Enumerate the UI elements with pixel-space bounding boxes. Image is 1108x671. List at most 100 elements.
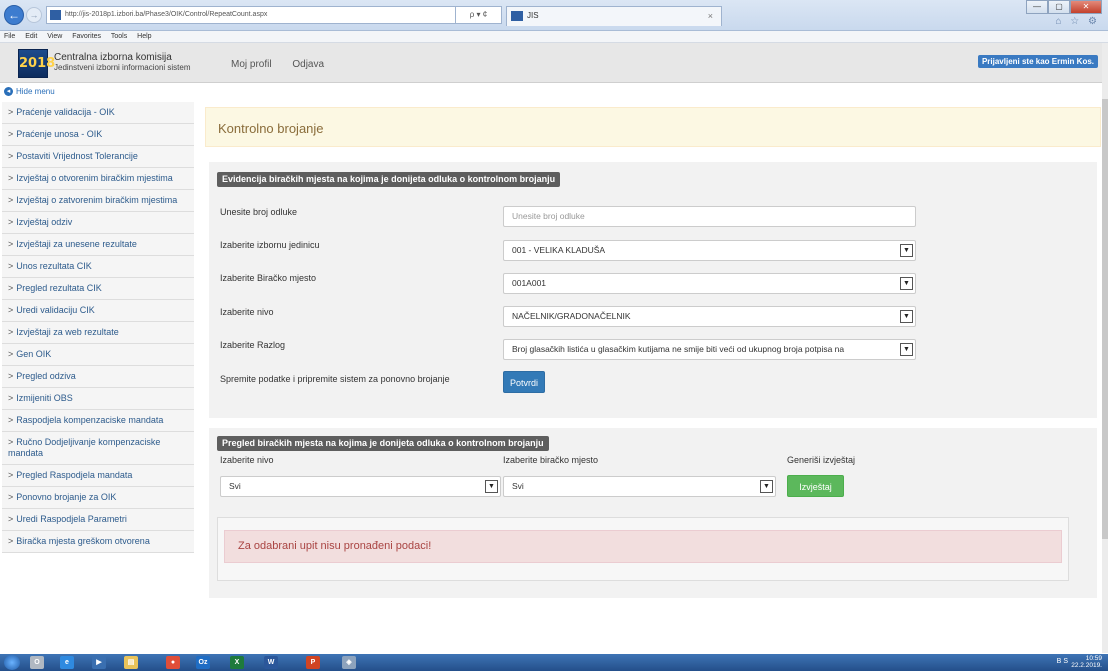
reason-select[interactable]: Broj glasačkih listića u glasačkim kutij… — [503, 339, 916, 360]
polling-station-value: 001A001 — [512, 278, 547, 288]
brand: Centralna izborna komisija Jedinstveni i… — [54, 52, 191, 72]
menu-edit[interactable]: Edit — [25, 33, 37, 40]
maximize-icon[interactable]: ▢ — [1048, 0, 1070, 14]
browser-menubar: File Edit View Favorites Tools Help — [0, 31, 1108, 43]
level-select[interactable]: NAČELNIK/GRADONAČELNIK ▼ — [503, 306, 916, 327]
browser-titlebar: ← → http://jis-2018p1.izbori.ba/Phase3/O… — [0, 0, 1108, 31]
address-bar[interactable]: http://jis-2018p1.izbori.ba/Phase3/OIK/C… — [46, 6, 456, 24]
sidebar-item[interactable]: > Pregled odziva — [2, 366, 194, 388]
page-scrollbar[interactable] — [1102, 43, 1108, 653]
forward-arrow-icon[interactable]: → — [26, 7, 42, 23]
scrollbar-thumb[interactable] — [1102, 99, 1108, 539]
language-indicator[interactable]: BS — [1057, 658, 1070, 665]
sidebar-item[interactable]: > Raspodjela kompenzaciske mandata — [2, 410, 194, 432]
sidebar-item[interactable]: > Ponovno brojanje za OIK — [2, 487, 194, 509]
decision-number-label: Unesite broj odluke — [220, 207, 298, 217]
report-button[interactable]: Izvještaj — [787, 475, 844, 497]
start-button-icon[interactable] — [4, 655, 20, 670]
minimize-icon[interactable]: — — [1026, 0, 1048, 14]
menu-view[interactable]: View — [47, 33, 62, 40]
excel-icon[interactable]: X — [230, 656, 244, 669]
site-favicon-icon — [50, 10, 61, 20]
confirm-button[interactable]: Potvrdi — [503, 371, 545, 393]
back-arrow-icon[interactable]: ← — [4, 5, 24, 25]
no-data-alert: Za odabrani upit nisu pronađeni podaci! — [224, 530, 1062, 563]
internet-explorer-icon[interactable]: e — [60, 656, 74, 669]
sidebar-item[interactable]: > Izvještaj odziv — [2, 212, 194, 234]
clock-time: 10:59 — [1085, 655, 1102, 662]
sidebar-item[interactable]: > Uredi Raspodjela Parametri — [2, 509, 194, 531]
system-clock[interactable]: 10:59 22.2.2019. — [1071, 655, 1102, 669]
sidebar-item[interactable]: > Uredi validaciju CIK — [2, 300, 194, 322]
sidebar-item[interactable]: > Postaviti Vrijednost Tolerancije — [2, 146, 194, 168]
chevron-right-icon: > — [8, 195, 14, 205]
sidebar-item[interactable]: > Biračka mjesta greškom otvorena — [2, 531, 194, 553]
chevron-right-icon: > — [8, 217, 14, 227]
sidebar-item[interactable]: > Pregled rezultata CIK — [2, 278, 194, 300]
chevron-right-icon: > — [8, 393, 14, 403]
tab-title: JIS — [527, 11, 539, 20]
sidebar-item[interactable]: > Unos rezultata CIK — [2, 256, 194, 278]
sidebar-item[interactable]: > Praćenje unosa - OIK — [2, 124, 194, 146]
clock-date: 22.2.2019. — [1071, 662, 1102, 669]
nav-logout[interactable]: Odjava — [292, 59, 324, 70]
file-explorer-icon[interactable]: ▤ — [124, 656, 138, 669]
sidebar-item[interactable]: > Izmijeniti OBS — [2, 388, 194, 410]
powerpoint-icon[interactable]: P — [306, 656, 320, 669]
chrome-icon[interactable]: ● — [166, 656, 180, 669]
level-value: NAČELNIK/GRADONAČELNIK — [512, 311, 631, 321]
app-header: 2018 Centralna izborna komisija Jedinstv… — [0, 43, 1102, 83]
filter-level-value: Svi — [229, 481, 241, 491]
generate-report-label: Generiši izvještaj — [787, 455, 856, 465]
chevron-down-icon: ▼ — [900, 244, 913, 257]
chevron-right-icon: > — [8, 327, 14, 337]
sidebar-item[interactable]: > Izvještaji za web rezultate — [2, 322, 194, 344]
tab-favicon-icon — [511, 11, 523, 21]
media-player-icon[interactable]: ▶ — [92, 656, 106, 669]
overview-panel-legend: Pregled biračkih mjesta na kojima je don… — [217, 436, 549, 451]
chevron-right-icon: > — [8, 514, 14, 524]
chevron-right-icon: > — [8, 305, 14, 315]
sidebar-item[interactable]: > Izvještaj o otvorenim biračkim mjestima — [2, 168, 194, 190]
menu-tools[interactable]: Tools — [111, 33, 127, 40]
filter-station-value: Svi — [512, 481, 524, 491]
menu-favorites[interactable]: Favorites — [72, 33, 101, 40]
chevron-right-icon: > — [8, 239, 14, 249]
filter-station-select[interactable]: Svi ▼ — [503, 476, 776, 497]
cik-logo[interactable]: 2018 — [18, 49, 55, 78]
home-favorites-settings-icons[interactable]: ⌂ ☆ ⚙ — [1055, 16, 1100, 27]
menu-file[interactable]: File — [4, 33, 15, 40]
address-search-refresh-icon[interactable]: ρ ▾ ¢ — [456, 6, 502, 24]
word-icon[interactable]: W — [264, 656, 278, 669]
polling-station-select[interactable]: 001A001 ▼ — [503, 273, 916, 294]
sidebar-item[interactable]: > Praćenje validacija - OIK — [2, 102, 194, 124]
user-badge: Prijavljeni ste kao Ermin Kos. — [977, 55, 1098, 68]
evidence-panel: Evidencija biračkih mjesta na kojima je … — [209, 162, 1097, 418]
polling-station-label: Izaberite Biračko mjesto — [220, 273, 317, 283]
close-window-icon[interactable]: ✕ — [1070, 0, 1102, 14]
top-nav: Moj profil Odjava — [231, 59, 342, 70]
sidebar-item[interactable]: > Izvještaj o zatvorenim biračkim mjestim… — [2, 190, 194, 212]
browser-tab[interactable]: JIS × — [506, 6, 722, 26]
level-label: Izaberite nivo — [220, 307, 274, 317]
menu-help[interactable]: Help — [137, 33, 151, 40]
chevron-down-icon: ▼ — [485, 480, 498, 493]
hide-menu-toggle[interactable]: ◂ Hide menu — [4, 87, 55, 96]
nav-my-profile[interactable]: Moj profil — [231, 59, 272, 70]
decision-number-input[interactable]: Unesite broj odluke — [503, 206, 916, 227]
tab-close-icon[interactable]: × — [708, 7, 713, 25]
brand-subtitle: Jedinstveni izborni informacioni sistem — [54, 63, 191, 72]
sidebar: > Praćenje validacija - OIK > Praćenje uno… — [2, 102, 194, 654]
electoral-unit-select[interactable]: 001 - VELIKA KLADUŠA ▼ — [503, 240, 916, 261]
sidebar-item[interactable]: > Ručno Dodjeljivanje kompenzaciske manda… — [2, 432, 194, 465]
sidebar-item[interactable]: > Gen OIK — [2, 344, 194, 366]
filter-level-label: Izaberite nivo — [220, 455, 274, 465]
chevron-right-icon: > — [8, 349, 14, 359]
taskbar-app-icon[interactable]: O — [30, 656, 44, 669]
sidebar-item[interactable]: > Izvještaji za unesene rezultate — [2, 234, 194, 256]
chevron-down-icon: ▼ — [760, 480, 773, 493]
filter-level-select[interactable]: Svi ▼ — [220, 476, 501, 497]
outlook-icon[interactable]: Oz — [196, 656, 210, 669]
sidebar-item[interactable]: > Pregled Raspodjela mandata — [2, 465, 194, 487]
snipping-tool-icon[interactable]: ◈ — [342, 656, 356, 669]
